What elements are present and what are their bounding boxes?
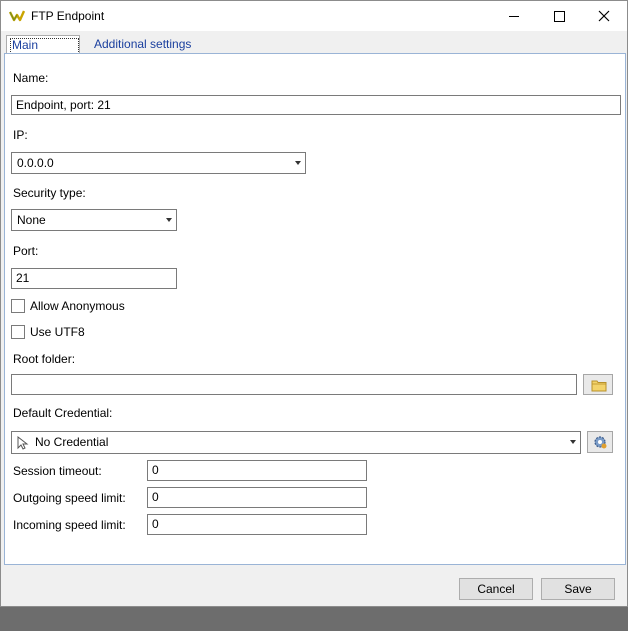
app-logo-icon xyxy=(8,9,26,23)
window-title: FTP Endpoint xyxy=(31,9,105,23)
main-settings-panel: Name: Endpoint, port: 21 IP: 0.0.0.0 Sec… xyxy=(4,53,626,565)
manage-credentials-button[interactable] xyxy=(587,431,613,453)
security-type-select[interactable]: None xyxy=(11,209,177,231)
tab-main-settings[interactable]: Main settings xyxy=(6,35,80,66)
minimize-button[interactable] xyxy=(491,1,537,31)
root-folder-input[interactable] xyxy=(11,374,577,395)
default-credential-label: Default Credential: xyxy=(13,406,113,420)
use-utf8-label: Use UTF8 xyxy=(30,325,85,339)
close-icon xyxy=(598,10,610,22)
session-timeout-label: Session timeout: xyxy=(13,464,102,478)
gear-icon xyxy=(594,436,607,449)
security-type-value: None xyxy=(17,213,46,227)
default-credential-select[interactable]: No Credential xyxy=(11,431,581,454)
name-input[interactable]: Endpoint, port: 21 xyxy=(11,95,621,115)
incoming-speed-limit-input[interactable]: 0 xyxy=(147,514,367,535)
security-type-label: Security type: xyxy=(13,186,86,200)
outgoing-speed-limit-label: Outgoing speed limit: xyxy=(13,491,126,505)
close-button[interactable] xyxy=(581,1,627,31)
port-input[interactable]: 21 xyxy=(11,268,177,289)
incoming-speed-limit-label: Incoming speed limit: xyxy=(13,518,126,532)
maximize-button[interactable] xyxy=(536,1,582,31)
root-folder-label: Root folder: xyxy=(13,352,76,366)
title-bar[interactable]: FTP Endpoint xyxy=(1,1,627,31)
ip-select[interactable]: 0.0.0.0 xyxy=(11,152,306,174)
minimize-icon xyxy=(509,16,519,17)
allow-anonymous-label: Allow Anonymous xyxy=(30,299,125,313)
folder-icon xyxy=(591,380,607,392)
dialog-window: FTP Endpoint Main settings Additional se… xyxy=(0,0,628,607)
cursor-icon xyxy=(17,436,29,450)
browse-folder-button[interactable] xyxy=(583,374,613,395)
chevron-down-icon xyxy=(295,161,301,165)
maximize-icon xyxy=(554,11,565,22)
allow-anonymous-checkbox[interactable] xyxy=(11,299,25,313)
outgoing-speed-limit-input[interactable]: 0 xyxy=(147,487,367,508)
name-label: Name: xyxy=(13,71,49,85)
port-label: Port: xyxy=(13,244,39,258)
default-credential-value: No Credential xyxy=(35,435,109,449)
chevron-down-icon xyxy=(166,218,172,222)
ip-label: IP: xyxy=(13,128,28,142)
chevron-down-icon xyxy=(570,440,576,444)
save-button[interactable]: Save xyxy=(541,578,615,600)
cancel-button[interactable]: Cancel xyxy=(459,578,533,600)
session-timeout-input[interactable]: 0 xyxy=(147,460,367,481)
ip-select-value: 0.0.0.0 xyxy=(17,156,54,170)
use-utf8-checkbox[interactable] xyxy=(11,325,25,339)
